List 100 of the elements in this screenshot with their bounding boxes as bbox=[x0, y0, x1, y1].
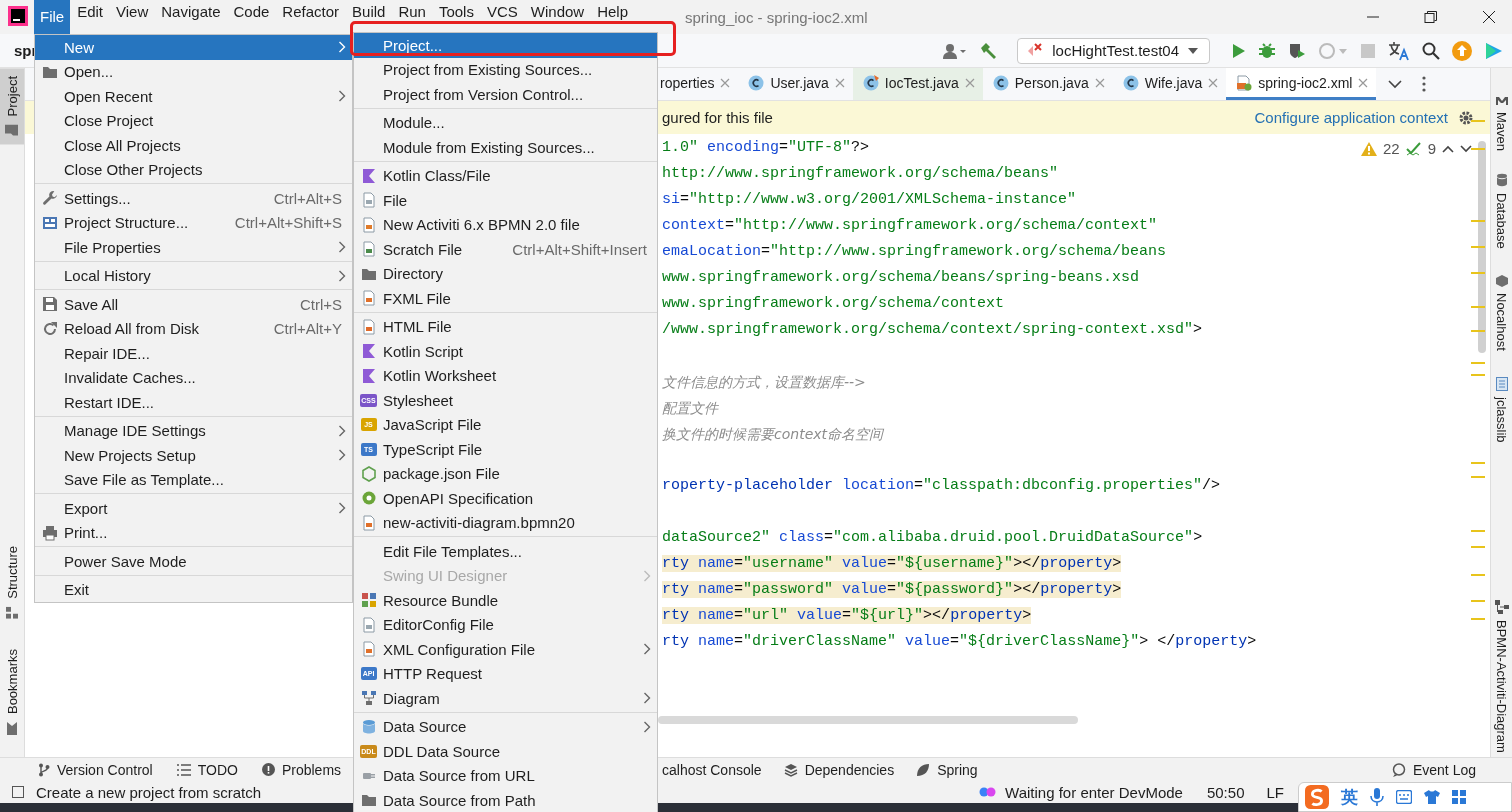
search-icon[interactable] bbox=[1422, 41, 1440, 60]
menu-item[interactable]: FXML File bbox=[354, 286, 657, 311]
menu-bar-item[interactable]: Refactor bbox=[276, 0, 346, 34]
menu-bar-item[interactable]: View bbox=[110, 0, 155, 34]
menu-bar-item[interactable]: Help bbox=[591, 0, 635, 34]
chevron-up-icon[interactable] bbox=[1442, 144, 1454, 153]
close-tab-icon[interactable] bbox=[1208, 77, 1219, 88]
tool-window-tab[interactable]: Nocalhost bbox=[1491, 274, 1512, 351]
caret-position[interactable]: 50:50 bbox=[1206, 783, 1245, 801]
menu-item[interactable]: New Projects Setup bbox=[35, 443, 352, 468]
menu-bar-item[interactable]: Navigate bbox=[155, 0, 227, 34]
close-tab-icon[interactable] bbox=[720, 77, 731, 88]
editor-tab[interactable]: Person.java bbox=[982, 68, 1113, 100]
editor-tab[interactable]: roperties bbox=[660, 68, 739, 100]
menu-item[interactable]: File Properties bbox=[35, 235, 352, 260]
menu-item[interactable]: Module... bbox=[354, 110, 657, 135]
warning-count[interactable]: 22 bbox=[1382, 140, 1400, 157]
editor-tab[interactable]: User.java bbox=[738, 68, 853, 100]
menu-item[interactable]: Project from Existing Sources... bbox=[354, 57, 657, 82]
menu-item[interactable]: Save File as Template... bbox=[35, 467, 352, 492]
menu-item[interactable]: OpenAPI Specification bbox=[354, 486, 657, 511]
menu-bar-item[interactable]: Run bbox=[392, 0, 432, 34]
menu-bar-item[interactable]: Window bbox=[524, 0, 591, 34]
menu-item[interactable]: Directory bbox=[354, 261, 657, 286]
menu-bar-item[interactable]: VCS bbox=[480, 0, 524, 34]
shield-icon[interactable] bbox=[1288, 41, 1306, 60]
tool-window-tab[interactable]: Maven bbox=[1491, 94, 1512, 152]
menu-item[interactable]: Repair IDE... bbox=[35, 341, 352, 366]
menu-item[interactable]: Close Project bbox=[35, 108, 352, 133]
run-configuration-dropdown[interactable]: locHightTest.test04 bbox=[1017, 37, 1210, 64]
menu-item[interactable]: Local History bbox=[35, 263, 352, 288]
tool-window-button[interactable]: TODO bbox=[176, 761, 238, 778]
tool-window-button[interactable]: Dependencies bbox=[783, 761, 895, 778]
menu-item[interactable]: Kotlin Class/File bbox=[354, 163, 657, 188]
menu-item[interactable]: New Activiti 6.x BPMN 2.0 file bbox=[354, 212, 657, 237]
input-mode-text[interactable]: 英 bbox=[1341, 785, 1358, 809]
tool-window-button[interactable]: calhost Console bbox=[662, 761, 762, 778]
run-icon[interactable] bbox=[1230, 42, 1246, 59]
menu-item[interactable]: package.json File bbox=[354, 461, 657, 486]
tool-window-tab[interactable]: BPMN-Activiti-Diagram bbox=[1491, 600, 1512, 753]
menu-item[interactable]: Project Structure... Ctrl+Alt+Shift+S bbox=[35, 210, 352, 235]
menu-item[interactable]: Module from Existing Sources... bbox=[354, 135, 657, 160]
menu-item[interactable]: Close Other Projects bbox=[35, 157, 352, 182]
editor-tab[interactable]: IocTest.java bbox=[852, 68, 983, 100]
devmode-status[interactable]: Waiting for enter DevMode bbox=[1005, 783, 1183, 801]
menu-item[interactable]: Scratch File Ctrl+Alt+Shift+Insert bbox=[354, 237, 657, 262]
menu-item[interactable]: Export bbox=[35, 496, 352, 521]
menu-item[interactable]: New bbox=[35, 35, 352, 60]
keyboard-icon[interactable] bbox=[1396, 790, 1412, 804]
menu-item[interactable]: EditorConfig File bbox=[354, 612, 657, 637]
tool-window-button[interactable]: Spring bbox=[916, 761, 978, 778]
menu-bar-item[interactable]: Edit bbox=[71, 0, 110, 34]
menu-bar-item[interactable]: Code bbox=[227, 0, 276, 34]
tool-window-tab[interactable]: Structure bbox=[0, 538, 24, 627]
menu-item[interactable]: HTML File bbox=[354, 314, 657, 339]
user-icon[interactable] bbox=[943, 42, 968, 59]
menu-item[interactable]: Project from Version Control... bbox=[354, 82, 657, 107]
tool-window-button[interactable]: Event Log bbox=[1391, 761, 1476, 778]
close-tab-icon[interactable] bbox=[834, 77, 845, 88]
menu-item[interactable]: Save All Ctrl+S bbox=[35, 292, 352, 317]
menu-item[interactable]: Kotlin Script bbox=[354, 339, 657, 364]
menu-item[interactable]: Data Source from URL bbox=[354, 763, 657, 788]
menu-item[interactable]: Restart IDE... bbox=[35, 390, 352, 415]
settings-icon[interactable] bbox=[1458, 109, 1474, 126]
menu-item[interactable]: Kotlin Worksheet bbox=[354, 363, 657, 388]
menu-item[interactable]: Power Save Mode bbox=[35, 549, 352, 574]
menu-item[interactable]: Exit bbox=[35, 577, 352, 602]
menu-bar-item[interactable]: File bbox=[34, 0, 71, 34]
more-icon[interactable] bbox=[1422, 76, 1427, 92]
close-icon[interactable] bbox=[1482, 10, 1496, 24]
menu-item[interactable]: Data Source from Path bbox=[354, 788, 657, 812]
scrollbar-thumb[interactable] bbox=[1478, 141, 1486, 353]
translate-icon[interactable] bbox=[1388, 40, 1410, 61]
plugin-logo-icon[interactable] bbox=[1484, 40, 1504, 61]
menu-item[interactable]: Settings... Ctrl+Alt+S bbox=[35, 186, 352, 211]
weak-warning-count[interactable]: 9 bbox=[1427, 140, 1436, 157]
configure-link[interactable]: Configure application context bbox=[1254, 109, 1448, 126]
line-ending[interactable]: LF bbox=[1266, 783, 1284, 801]
menu-item[interactable]: Manage IDE Settings bbox=[35, 418, 352, 443]
update-icon[interactable] bbox=[1452, 40, 1472, 61]
scrollbar-thumb[interactable] bbox=[658, 716, 1078, 724]
shirt-icon[interactable] bbox=[1424, 790, 1440, 804]
ime-logo-icon[interactable] bbox=[1305, 785, 1329, 809]
tool-window-button[interactable]: Problems bbox=[261, 761, 342, 778]
bug-icon[interactable] bbox=[1258, 41, 1276, 60]
tool-window-button[interactable]: Version Control bbox=[38, 761, 153, 778]
menu-item[interactable]: XML Configuration File bbox=[354, 637, 657, 662]
chevron-down-icon[interactable] bbox=[1460, 144, 1472, 153]
menu-item[interactable]: Open Recent bbox=[35, 84, 352, 109]
tool-window-tab[interactable]: jclasslib bbox=[1491, 376, 1512, 442]
menu-item[interactable]: Resource Bundle bbox=[354, 588, 657, 613]
hammer-icon[interactable] bbox=[979, 41, 998, 60]
close-tab-icon[interactable] bbox=[1358, 77, 1369, 88]
menu-item[interactable]: Close All Projects bbox=[35, 133, 352, 158]
menu-item[interactable]: Invalidate Caches... bbox=[35, 365, 352, 390]
close-tab-icon[interactable] bbox=[1094, 77, 1105, 88]
menu-item[interactable]: Print... bbox=[35, 520, 352, 545]
tool-window-tab[interactable]: Project bbox=[0, 68, 24, 145]
menu-item[interactable]: Open... bbox=[35, 59, 352, 84]
menu-item[interactable]: File bbox=[354, 188, 657, 213]
